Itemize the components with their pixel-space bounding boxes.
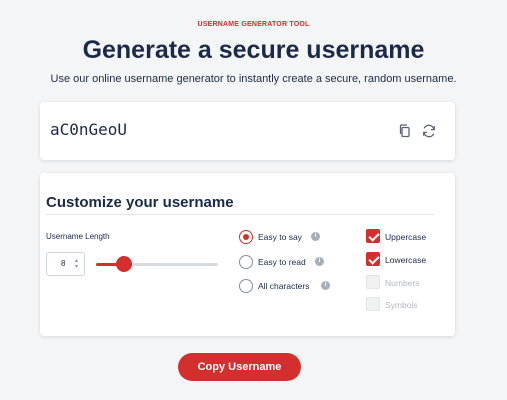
radio-button[interactable] (239, 255, 253, 269)
checkbox-label: Uppercase (385, 232, 427, 242)
divider (46, 214, 434, 215)
radio-button[interactable] (239, 230, 253, 244)
checkbox (366, 275, 380, 289)
radio-button[interactable] (239, 279, 253, 293)
generated-username: aC0nGeoU (50, 120, 128, 139)
page-subtitle: Use our online username generator to ins… (50, 73, 457, 85)
slider-thumb[interactable] (116, 256, 133, 272)
checkbox-label: Numbers (385, 278, 420, 288)
radio-label: Easy to say (258, 232, 302, 242)
stepper-arrows-icon[interactable]: ▴ ▾ (75, 258, 78, 270)
result-card: aC0nGeoU (40, 102, 455, 160)
length-stepper[interactable]: 8 ▴ ▾ (46, 252, 85, 276)
page-title: Generate a secure username (82, 36, 425, 64)
checkbox-label: Symbols (385, 300, 418, 310)
checkbox (366, 297, 380, 311)
customize-title: Customize your username (46, 194, 234, 211)
info-icon[interactable]: i (315, 257, 324, 266)
info-icon[interactable]: i (311, 232, 320, 241)
checkbox[interactable] (366, 252, 380, 266)
eyebrow-label: USERNAME GENERATOR TOOL (197, 21, 310, 28)
info-icon[interactable]: i (321, 281, 330, 290)
customize-card: Customize your username Username Length … (40, 173, 455, 336)
checkbox-label: Lowercase (385, 255, 427, 265)
radio-label: Easy to read (258, 257, 306, 267)
length-label: Username Length (46, 232, 110, 241)
copy-username-button[interactable]: Copy Username (178, 353, 301, 381)
length-value: 8 (61, 259, 66, 268)
copy-icon[interactable] (397, 123, 413, 139)
refresh-icon[interactable] (421, 123, 437, 139)
length-slider[interactable] (96, 263, 218, 266)
radio-label: All characters (258, 281, 310, 291)
checkbox[interactable] (366, 229, 380, 243)
